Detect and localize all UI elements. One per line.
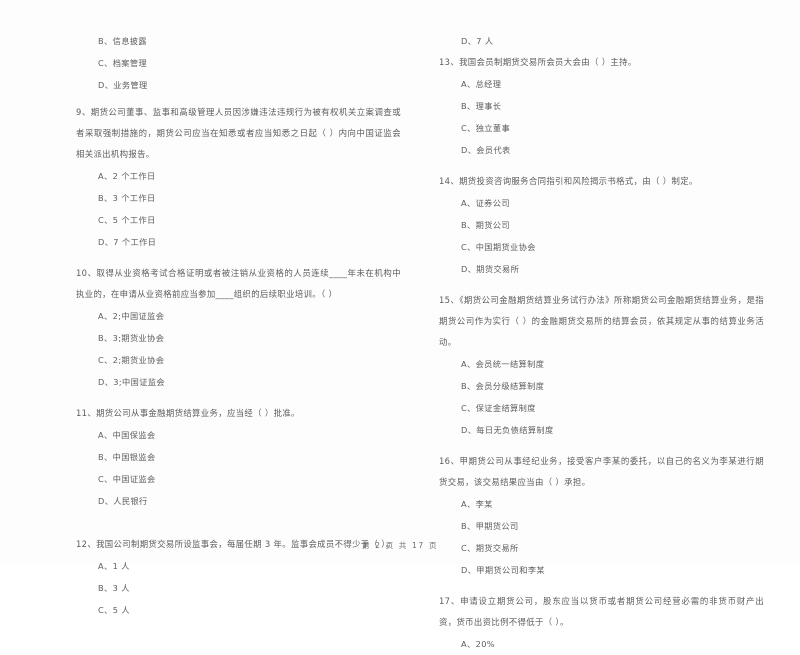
- option-a: A、2;中国证监会: [98, 311, 165, 321]
- option-d: D、7 个工作日: [98, 237, 157, 247]
- page-footer: 第 2 页 共 17 页: [361, 541, 439, 550]
- question-16: 16、甲期货公司从事经纪业务，接受客户李某的委托，以自己的名义为李某进行期货交易…: [439, 451, 764, 581]
- option-a: A、会员统一结算制度: [461, 359, 545, 369]
- question-stem: 14、期货投资咨询服务合同指引和风险揭示书格式，由（ ）制定。: [439, 176, 698, 186]
- option-b: B、期货公司: [461, 220, 510, 230]
- question-stem: 10、取得从业资格考试合格证明或者被注销从业资格的人员连续____年未在机构中执…: [76, 268, 401, 299]
- option-a: A、中国保监会: [98, 430, 156, 440]
- option-b: B、3 个工作日: [98, 193, 156, 203]
- option-c: C、5 个工作日: [98, 215, 156, 225]
- continued-option: D、7 人: [461, 36, 494, 46]
- option-d: D、人民银行: [98, 496, 148, 506]
- question-stem: 15、《期货公司金融期货结算业务试行办法》所称期货公司金融期货结算业务，是指期货…: [439, 295, 764, 347]
- question-options: A、20%: [439, 633, 764, 655]
- option-c: C、中国期货业协会: [461, 242, 536, 252]
- option-a: A、李某: [461, 499, 493, 509]
- question-stem: 17、申请设立期货公司，股东应当以货币或者期货公司经营必需的非货币财产出资，货币…: [439, 596, 764, 627]
- question-options: A、会员统一结算制度 B、会员分级结算制度 C、保证金结算制度 D、每日无负债结…: [439, 353, 764, 441]
- option-c: C、独立董事: [461, 123, 511, 133]
- document-page: B、信息披露 C、档案管理 D、业务管理 9、期货公司董事、监事和高级管理人员因…: [0, 0, 800, 649]
- continued-option: C、档案管理: [98, 58, 148, 68]
- question-stem: 16、甲期货公司从事经纪业务，接受客户李某的委托，以自己的名义为李某进行期货交易…: [439, 456, 764, 487]
- question-stem: 9、期货公司董事、监事和高级管理人员因涉嫌违法违规行为被有权机关立案调查或者采取…: [76, 107, 401, 159]
- option-b: B、中国银监会: [98, 452, 156, 462]
- continued-option: B、信息披露: [98, 36, 147, 46]
- option-a: A、证券公司: [461, 198, 510, 208]
- left-column: B、信息披露 C、档案管理 D、业务管理 9、期货公司董事、监事和高级管理人员因…: [76, 30, 401, 615]
- two-column-body: B、信息披露 C、档案管理 D、业务管理 9、期货公司董事、监事和高级管理人员因…: [0, 30, 800, 649]
- question-9: 9、期货公司董事、监事和高级管理人员因涉嫌违法违规行为被有权机关立案调查或者采取…: [76, 102, 401, 253]
- right-column: D、7 人 13、我国会员制期货交易所会员大会由（ ）主持。 A、总经理 B、理…: [439, 30, 772, 649]
- continued-option: D、业务管理: [98, 80, 148, 90]
- question-13: 13、我国会员制期货交易所会员大会由（ ）主持。 A、总经理 B、理事长 C、独…: [439, 52, 764, 161]
- option-b: B、会员分级结算制度: [461, 381, 545, 391]
- option-a: A、1 人: [98, 561, 130, 571]
- question-11: 11、期货公司从事金融期货结算业务，应当经（ ）批准。 A、中国保监会 B、中国…: [76, 403, 401, 512]
- option-d: D、3;中国证监会: [98, 377, 165, 387]
- option-d: D、期货交易所: [461, 264, 520, 274]
- question-options: A、2 个工作日 B、3 个工作日 C、5 个工作日 D、7 个工作日: [76, 165, 401, 253]
- option-b: B、3;期货业协会: [98, 333, 165, 343]
- question-14: 14、期货投资咨询服务合同指引和风险揭示书格式，由（ ）制定。 A、证券公司 B…: [439, 171, 764, 280]
- question-stem: 13、我国会员制期货交易所会员大会由（ ）主持。: [439, 57, 637, 67]
- question-10: 10、取得从业资格考试合格证明或者被注销从业资格的人员连续____年未在机构中执…: [76, 263, 401, 393]
- question-options: A、2;中国证监会 B、3;期货业协会 C、2;期货业协会 D、3;中国证监会: [76, 305, 401, 393]
- option-c: C、5 人: [98, 605, 130, 615]
- option-d: D、甲期货公司和李某: [461, 565, 545, 575]
- question-options: A、证券公司 B、期货公司 C、中国期货业协会 D、期货交易所: [439, 192, 764, 280]
- option-a: A、20%: [461, 639, 495, 649]
- question-15: 15、《期货公司金融期货结算业务试行办法》所称期货公司金融期货结算业务，是指期货…: [439, 290, 764, 441]
- question-stem: 11、期货公司从事金融期货结算业务，应当经（ ）批准。: [76, 408, 300, 418]
- option-b: B、3 人: [98, 583, 130, 593]
- option-d: D、会员代表: [461, 145, 511, 155]
- option-a: A、2 个工作日: [98, 171, 156, 181]
- option-b: B、理事长: [461, 101, 502, 111]
- question-17: 17、申请设立期货公司，股东应当以货币或者期货公司经营必需的非货币财产出资，货币…: [439, 591, 764, 655]
- option-d: D、每日无负债结算制度: [461, 425, 554, 435]
- question-options: A、总经理 B、理事长 C、独立董事 D、会员代表: [439, 73, 764, 161]
- option-c: C、中国证监会: [98, 474, 156, 484]
- option-a: A、总经理: [461, 79, 502, 89]
- question-options: A、中国保监会 B、中国银监会 C、中国证监会 D、人民银行: [76, 424, 401, 512]
- option-c: C、保证金结算制度: [461, 403, 536, 413]
- option-c: C、2;期货业协会: [98, 355, 165, 365]
- question-options: A、李某 B、甲期货公司 C、期货交易所 D、甲期货公司和李某: [439, 493, 764, 581]
- option-b: B、甲期货公司: [461, 521, 519, 531]
